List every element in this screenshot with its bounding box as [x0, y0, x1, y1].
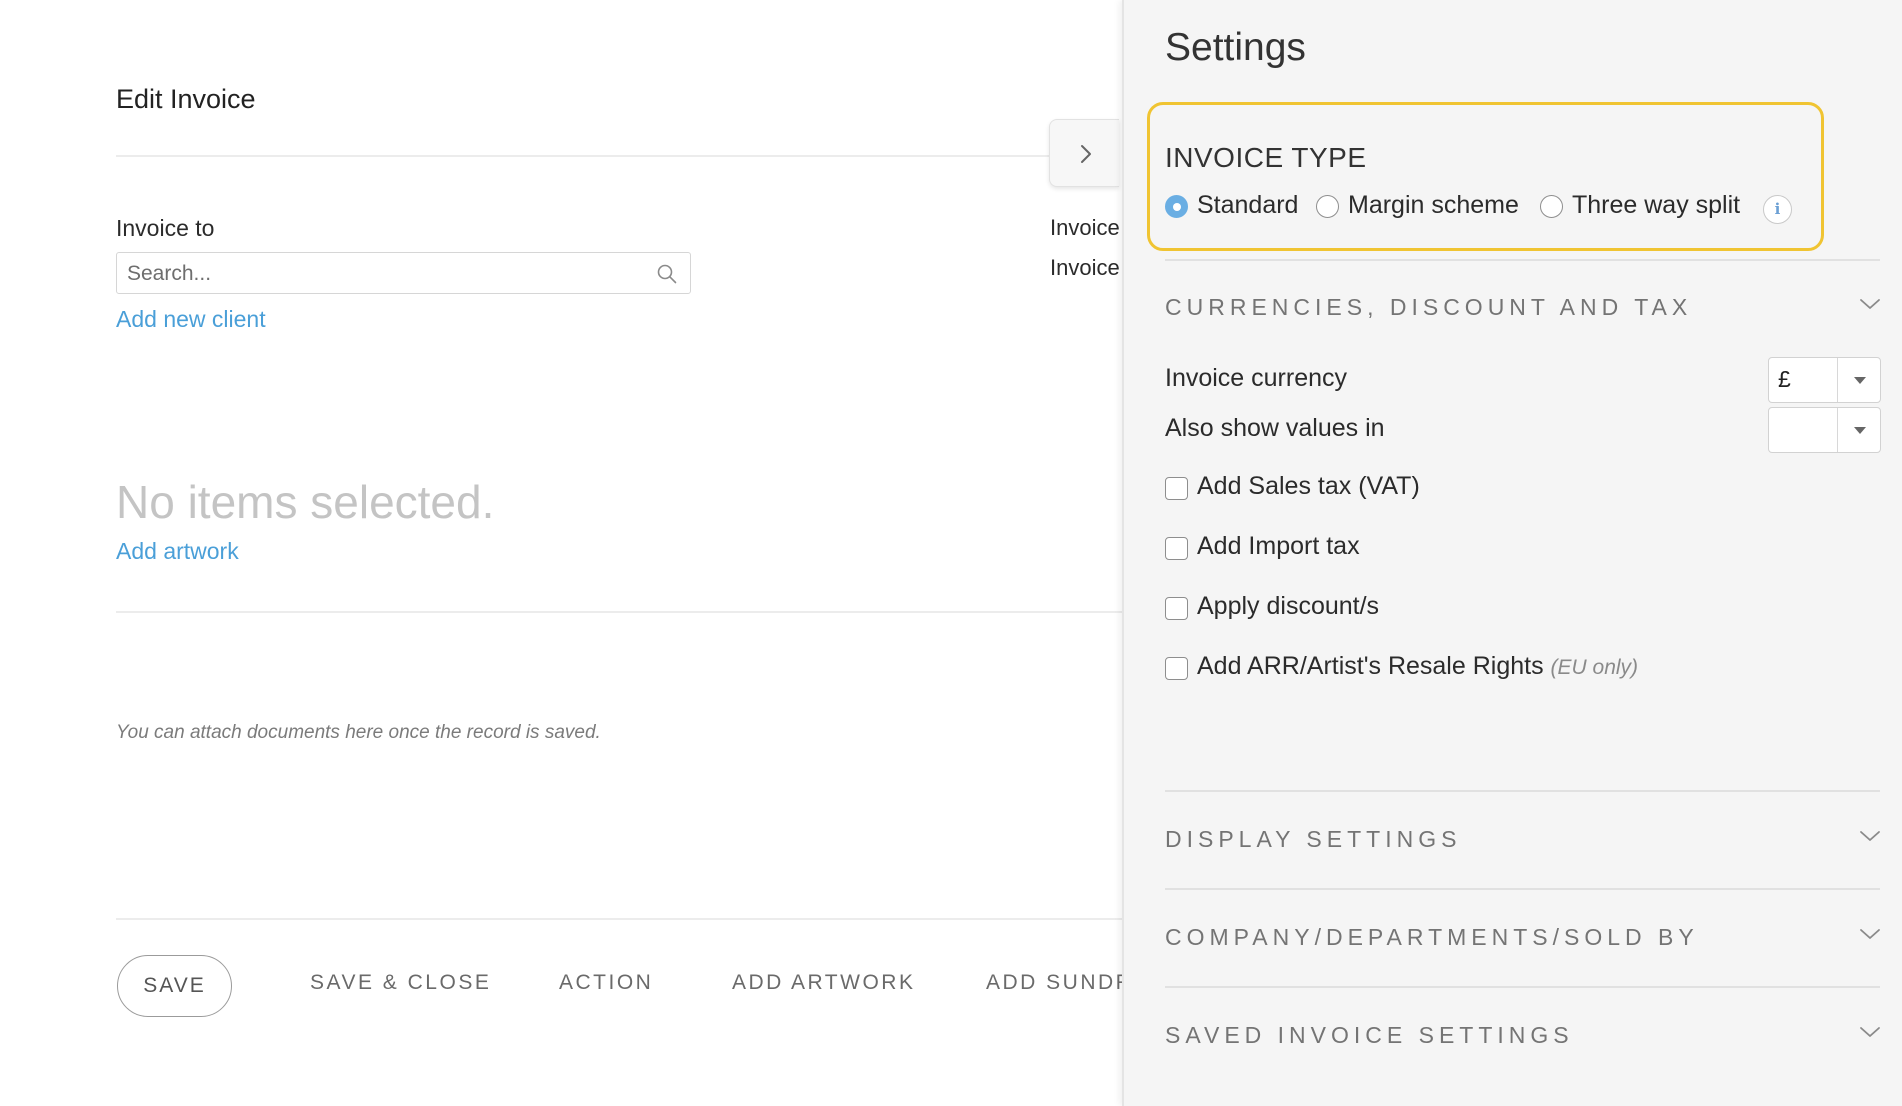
add-sundry-button[interactable]: ADD SUNDR	[986, 971, 1133, 995]
saved-invoice-settings-heading[interactable]: SAVED INVOICE SETTINGS	[1165, 1022, 1574, 1049]
radio-three-way-split[interactable]	[1540, 195, 1563, 218]
radio-standard-label[interactable]: Standard	[1197, 191, 1298, 220]
chevron-right-icon	[1081, 145, 1091, 163]
settings-title: Settings	[1165, 26, 1306, 69]
also-show-currency-select[interactable]	[1768, 407, 1881, 453]
checkbox-sales-tax[interactable]	[1165, 477, 1188, 500]
invoice-field-label: Invoice	[1050, 255, 1120, 280]
chevron-down-icon[interactable]	[1859, 1025, 1881, 1039]
invoice-currency-label: Invoice currency	[1165, 364, 1348, 392]
info-icon[interactable]: i	[1763, 195, 1792, 224]
attachments-note: You can attach documents here once the r…	[116, 722, 601, 743]
divider	[116, 155, 1050, 157]
invoice-to-label: Invoice to	[116, 215, 215, 241]
radio-three-way-split-label[interactable]: Three way split	[1572, 191, 1740, 220]
caret-down-icon	[1854, 427, 1866, 434]
divider	[116, 611, 1122, 613]
arr-eu-only-note: (EU only)	[1550, 656, 1639, 679]
company-departments-heading[interactable]: COMPANY/DEPARTMENTS/SOLD BY	[1165, 924, 1699, 951]
checkbox-import-tax[interactable]	[1165, 537, 1188, 560]
radio-margin-scheme[interactable]	[1316, 195, 1339, 218]
add-new-client-link[interactable]: Add new client	[116, 306, 266, 333]
divider	[1165, 888, 1880, 890]
radio-standard[interactable]	[1165, 195, 1188, 218]
collapse-settings-tab[interactable]	[1049, 119, 1119, 187]
action-button[interactable]: ACTION	[559, 971, 653, 995]
add-artwork-button[interactable]: ADD ARTWORK	[732, 971, 915, 995]
invoice-type-label: INVOICE TYPE	[1165, 142, 1367, 173]
invoice-currency-value: £	[1778, 366, 1791, 392]
divider	[1165, 790, 1880, 792]
checkbox-import-tax-label[interactable]: Add Import tax	[1197, 532, 1360, 561]
checkbox-sales-tax-label[interactable]: Add Sales tax (VAT)	[1197, 472, 1420, 501]
currencies-discount-tax-heading[interactable]: CURRENCIES, DISCOUNT AND TAX	[1165, 294, 1692, 321]
client-search-input[interactable]	[125, 259, 649, 289]
chevron-down-icon[interactable]	[1859, 927, 1881, 941]
invoice-type-highlight	[1147, 102, 1824, 251]
chevron-down-icon[interactable]	[1859, 297, 1881, 311]
checkbox-discount-label[interactable]: Apply discount/s	[1197, 592, 1379, 621]
save-and-close-button[interactable]: SAVE & CLOSE	[310, 971, 491, 995]
checkbox-arr-label[interactable]: Add ARR/Artist's Resale Rights (EU only)	[1197, 652, 1638, 681]
select-divider	[1837, 358, 1838, 402]
invoice-field-label: Invoice	[1050, 215, 1120, 240]
caret-down-icon	[1854, 377, 1866, 384]
select-divider	[1837, 408, 1838, 452]
add-artwork-link[interactable]: Add artwork	[116, 538, 239, 565]
empty-state-message: No items selected.	[116, 476, 495, 528]
page-title: Edit Invoice	[116, 84, 256, 114]
divider	[116, 918, 1122, 920]
divider	[1165, 986, 1880, 988]
also-show-values-label: Also show values in	[1165, 414, 1385, 442]
checkbox-discount[interactable]	[1165, 597, 1188, 620]
chevron-down-icon[interactable]	[1859, 829, 1881, 843]
search-icon[interactable]	[656, 263, 678, 285]
invoice-currency-select[interactable]: £	[1768, 357, 1881, 403]
display-settings-heading[interactable]: DISPLAY SETTINGS	[1165, 826, 1461, 853]
divider	[1165, 259, 1880, 261]
client-search-box[interactable]	[116, 252, 691, 294]
arr-label-text: Add ARR/Artist's Resale Rights	[1197, 652, 1544, 680]
radio-margin-scheme-label[interactable]: Margin scheme	[1348, 191, 1519, 220]
save-button[interactable]: SAVE	[117, 955, 232, 1017]
settings-panel: Settings INVOICE TYPE Standard Margin sc…	[1122, 0, 1902, 1106]
checkbox-arr[interactable]	[1165, 657, 1188, 680]
